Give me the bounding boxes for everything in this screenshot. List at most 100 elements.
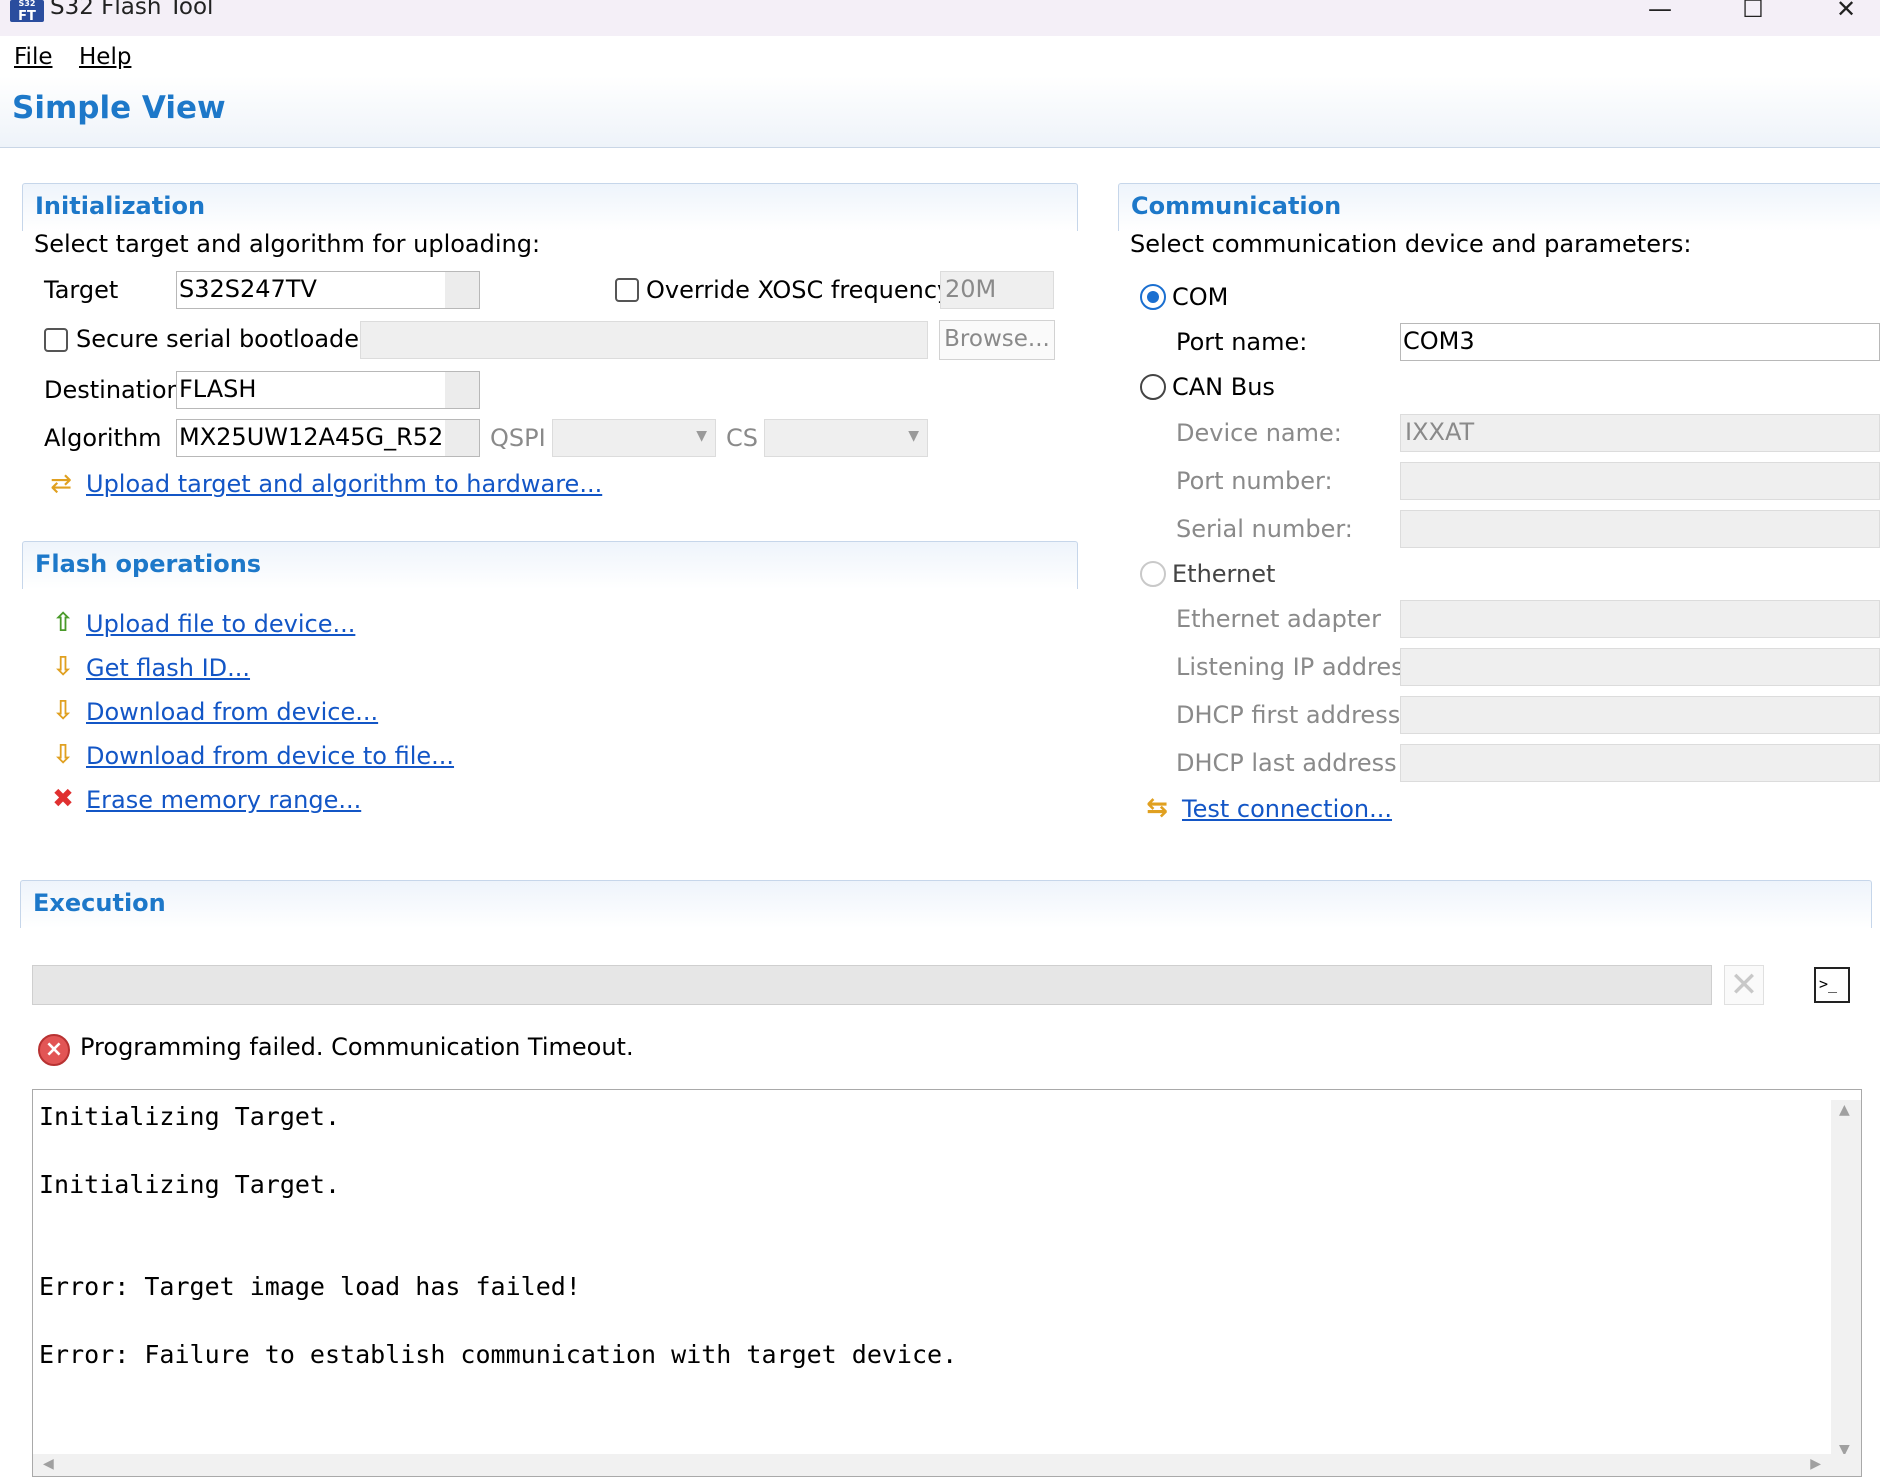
can-bus-radio[interactable] — [1140, 374, 1166, 400]
destination-dropdown-button[interactable] — [445, 372, 479, 408]
upload-hardware-icon: ⇄ — [50, 469, 72, 499]
algorithm-dropdown-button[interactable] — [445, 420, 479, 456]
arrow-down-icon: ⇩ — [52, 696, 74, 726]
menu-help[interactable]: Help — [79, 44, 131, 70]
console-button[interactable]: >_ — [1814, 967, 1850, 1003]
cancel-button: ✕ — [1724, 965, 1764, 1005]
com-radio[interactable] — [1140, 284, 1166, 310]
initialization-subtitle: Select target and algorithm for uploadin… — [34, 230, 541, 258]
chevron-down-icon: ▼ — [696, 428, 707, 444]
secure-bootloader-checkbox[interactable] — [44, 328, 68, 352]
window-title: S32 Flash Tool — [50, 0, 214, 20]
download-from-device-link[interactable]: Download from device... — [86, 698, 378, 726]
log-line: Initializing Target. — [39, 1170, 341, 1199]
download-to-file-link[interactable]: Download from device to file... — [86, 742, 454, 770]
app-icon: S32 FT — [10, 0, 44, 24]
port-name-label: Port name: — [1176, 328, 1308, 356]
maximize-button[interactable]: ☐ — [1733, 0, 1773, 28]
horizontal-scrollbar[interactable]: ◀ ▶ — [33, 1454, 1861, 1476]
log-output[interactable]: Initializing Target. Initializing Target… — [32, 1089, 1862, 1477]
arrow-down-icon: ⇩ — [52, 740, 74, 770]
app-icon-top-text: S32 — [18, 0, 36, 8]
scroll-right-icon[interactable]: ▶ — [1810, 1456, 1821, 1472]
port-number-field — [1400, 462, 1880, 500]
view-title: Simple View — [12, 90, 226, 126]
initialization-title: Initialization — [35, 192, 206, 220]
serial-number-field — [1400, 510, 1880, 548]
arrow-down-icon: ⇩ — [52, 652, 74, 682]
port-name-value: COM3 — [1403, 327, 1475, 355]
test-connection-link[interactable]: Test connection... — [1182, 795, 1392, 823]
destination-value: FLASH — [179, 375, 257, 403]
communication-title: Communication — [1131, 192, 1342, 220]
serial-number-label: Serial number: — [1176, 515, 1353, 543]
qspi-label: QSPI — [490, 424, 546, 452]
error-icon: × — [38, 1034, 70, 1066]
erase-x-icon: ✖ — [52, 784, 74, 814]
app-icon-bottom-text: FT — [18, 9, 36, 24]
communication-subtitle: Select communication device and paramete… — [1130, 230, 1692, 258]
upload-target-link[interactable]: Upload target and algorithm to hardware.… — [86, 470, 602, 498]
device-name-label: Device name: — [1176, 419, 1342, 447]
algorithm-label: Algorithm — [44, 424, 162, 452]
title-bar: S32 FT S32 Flash Tool — ☐ ✕ — [0, 0, 1880, 36]
upload-file-link[interactable]: Upload file to device... — [86, 610, 355, 638]
get-flash-id-link[interactable]: Get flash ID... — [86, 654, 250, 682]
dhcp-last-field — [1400, 744, 1880, 782]
destination-combo[interactable]: FLASH — [176, 371, 480, 409]
cs-combo: ▼ — [764, 419, 928, 457]
erase-memory-link[interactable]: Erase memory range... — [86, 786, 361, 814]
close-button[interactable]: ✕ — [1826, 0, 1866, 28]
log-line: Error: Failure to establish communicatio… — [39, 1340, 958, 1369]
menu-file[interactable]: File — [14, 44, 53, 70]
log-line: Initializing Target. — [39, 1102, 341, 1131]
target-combo[interactable]: S32S247TV — [176, 271, 480, 309]
menu-help-label: Help — [79, 44, 132, 70]
flash-operations-header: Flash operations — [22, 541, 1078, 589]
scroll-up-icon[interactable]: ▲ — [1839, 1102, 1850, 1118]
vertical-scrollbar[interactable]: ▲ ▼ — [1831, 1100, 1861, 1460]
target-dropdown-button[interactable] — [445, 272, 479, 308]
secure-bootloader-label: Secure serial bootloader: — [76, 325, 377, 353]
target-value: S32S247TV — [179, 275, 317, 303]
xosc-frequency-field: 20M — [940, 271, 1054, 309]
override-xosc-label: Override XOSC frequency — [646, 276, 952, 304]
dhcp-last-label: DHCP last address — [1176, 749, 1397, 777]
port-number-label: Port number: — [1176, 467, 1333, 495]
ethernet-radio[interactable] — [1140, 561, 1166, 587]
execution-title: Execution — [33, 889, 166, 917]
initialization-header: Initialization — [22, 183, 1078, 231]
algorithm-combo[interactable]: MX25UW12A45G_R52 — [176, 419, 480, 457]
override-xosc-checkbox[interactable] — [615, 278, 639, 302]
progress-bar — [32, 965, 1712, 1005]
minimize-button[interactable]: — — [1640, 0, 1680, 28]
menu-bar: File Help — [0, 36, 1880, 76]
algorithm-value: MX25UW12A45G_R52 — [179, 423, 444, 451]
listening-ip-label: Listening IP address — [1176, 653, 1417, 681]
com-label: COM — [1172, 283, 1229, 311]
arrow-up-icon: ⇧ — [52, 608, 74, 638]
view-header: Simple View — [0, 76, 1880, 148]
destination-label: Destination — [44, 376, 182, 404]
can-bus-label: CAN Bus — [1172, 373, 1275, 401]
execution-header: Execution — [20, 880, 1872, 928]
listening-ip-field — [1400, 648, 1880, 686]
qspi-combo: ▼ — [552, 419, 716, 457]
ethernet-adapter-field — [1400, 600, 1880, 638]
log-line: Error: Target image load has failed! — [39, 1272, 581, 1301]
menu-file-label: File — [14, 44, 53, 70]
status-message: Programming failed. Communication Timeou… — [80, 1033, 634, 1061]
test-connection-icon: ⇆ — [1146, 793, 1168, 823]
flash-operations-title: Flash operations — [35, 550, 262, 578]
secure-bootloader-path-field — [360, 321, 928, 359]
port-name-combo[interactable]: COM3 — [1400, 323, 1880, 361]
dhcp-first-label: DHCP first address — [1176, 701, 1401, 729]
dhcp-first-field — [1400, 696, 1880, 734]
chevron-down-icon: ▼ — [908, 428, 919, 444]
ethernet-label: Ethernet — [1172, 560, 1276, 588]
scroll-left-icon[interactable]: ◀ — [43, 1456, 54, 1472]
cs-label: CS — [726, 424, 758, 452]
target-label: Target — [44, 276, 119, 304]
ethernet-adapter-label: Ethernet adapter — [1176, 605, 1381, 633]
browse-button: Browse... — [939, 320, 1055, 360]
